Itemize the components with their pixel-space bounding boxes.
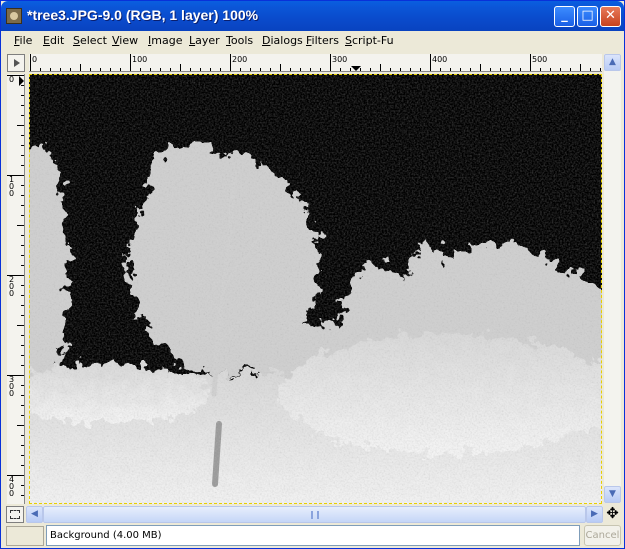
minimize-button[interactable]: _ bbox=[554, 6, 575, 27]
menu-tools-label: ools bbox=[230, 34, 254, 47]
menu-dialogs-label: ialogs bbox=[270, 34, 303, 47]
hruler-label-300: 300 bbox=[332, 55, 348, 64]
image-menu-button[interactable] bbox=[7, 54, 25, 72]
menu-view[interactable]: View bbox=[112, 34, 138, 47]
horizontal-scrollbar[interactable]: ◀ ▶ bbox=[26, 506, 603, 523]
vruler-label-100: 100 bbox=[9, 175, 15, 198]
menu-file[interactable]: File bbox=[14, 34, 32, 47]
menu-layer-label: ayer bbox=[195, 34, 220, 47]
menu-file-label: ile bbox=[19, 34, 33, 47]
hruler-label-100: 100 bbox=[132, 55, 148, 64]
menu-select[interactable]: Select bbox=[73, 34, 107, 47]
vertical-scrollbar[interactable]: ▲ ▼ bbox=[604, 54, 621, 503]
menu-dialogs[interactable]: Dialogs bbox=[262, 34, 303, 47]
vertical-pointer-marker bbox=[19, 76, 24, 86]
vruler-label-0: 0 bbox=[9, 75, 15, 84]
vruler-label-200: 200 bbox=[9, 275, 15, 298]
scroll-down-button[interactable]: ▼ bbox=[604, 486, 621, 503]
hruler-label-200: 200 bbox=[232, 55, 248, 64]
menu-select-label: elect bbox=[79, 34, 107, 47]
cancel-button[interactable]: Cancel bbox=[584, 525, 621, 546]
scroll-right-button[interactable]: ▶ bbox=[586, 506, 603, 523]
menu-image-label: mage bbox=[151, 34, 183, 47]
pointer-coordinates bbox=[6, 526, 44, 546]
horizontal-ruler-ticks bbox=[30, 54, 601, 71]
menu-bar: File Edit Select View Image Layer Tools … bbox=[4, 31, 621, 51]
menu-image[interactable]: Image bbox=[148, 34, 182, 47]
horizontal-pointer-marker bbox=[351, 66, 361, 71]
menu-edit-mnemonic: E bbox=[43, 34, 50, 47]
image-window: *tree3.JPG-9.0 (RGB, 1 layer) 100% _ □ ✕… bbox=[0, 0, 625, 549]
scroll-left-button[interactable]: ◀ bbox=[26, 506, 43, 523]
vruler-label-300: 300 bbox=[9, 375, 15, 398]
hruler-label-500: 500 bbox=[532, 55, 548, 64]
horizontal-ruler[interactable]: 0 100 200 300 400 500 bbox=[29, 54, 602, 72]
menu-layer[interactable]: Layer bbox=[189, 34, 220, 47]
menu-select-mnemonic: S bbox=[73, 34, 80, 47]
menu-edit-label: dit bbox=[49, 34, 65, 47]
menu-script-fu-mnemonic: S bbox=[345, 34, 352, 47]
menu-edit[interactable]: Edit bbox=[43, 34, 64, 47]
hruler-label-0: 0 bbox=[32, 55, 38, 64]
menu-tools[interactable]: Tools bbox=[226, 34, 253, 47]
image-canvas[interactable] bbox=[29, 74, 602, 504]
vruler-label-400: 400 bbox=[9, 475, 15, 498]
menu-filters-label: ilters bbox=[311, 34, 339, 47]
title-bar[interactable]: *tree3.JPG-9.0 (RGB, 1 layer) 100% _ □ ✕ bbox=[1, 1, 624, 31]
vertical-ruler[interactable]: 0 100 200 300 400 bbox=[7, 74, 25, 504]
navigation-icon[interactable] bbox=[6, 506, 24, 523]
window-title: *tree3.JPG-9.0 (RGB, 1 layer) 100% bbox=[27, 7, 259, 23]
close-button[interactable]: ✕ bbox=[600, 6, 621, 27]
scroll-up-button[interactable]: ▲ bbox=[604, 54, 621, 71]
gimp-app-icon[interactable] bbox=[6, 8, 22, 24]
hruler-label-400: 400 bbox=[432, 55, 448, 64]
move-icon[interactable]: ✥ bbox=[604, 505, 621, 522]
menu-view-label: iew bbox=[119, 34, 139, 47]
menu-filters[interactable]: Filters bbox=[306, 34, 339, 47]
scroll-grip bbox=[310, 511, 319, 519]
inverted-tree-photo bbox=[29, 74, 602, 504]
vertical-scroll-thumb[interactable] bbox=[604, 54, 621, 503]
menu-script-fu[interactable]: Script-Fu bbox=[345, 34, 394, 47]
maximize-button[interactable]: □ bbox=[577, 6, 598, 27]
menu-script-fu-label: cript-Fu bbox=[351, 34, 394, 47]
horizontal-scroll-thumb[interactable] bbox=[43, 506, 586, 523]
status-layer-info: Background (4.00 MB) bbox=[46, 525, 580, 546]
